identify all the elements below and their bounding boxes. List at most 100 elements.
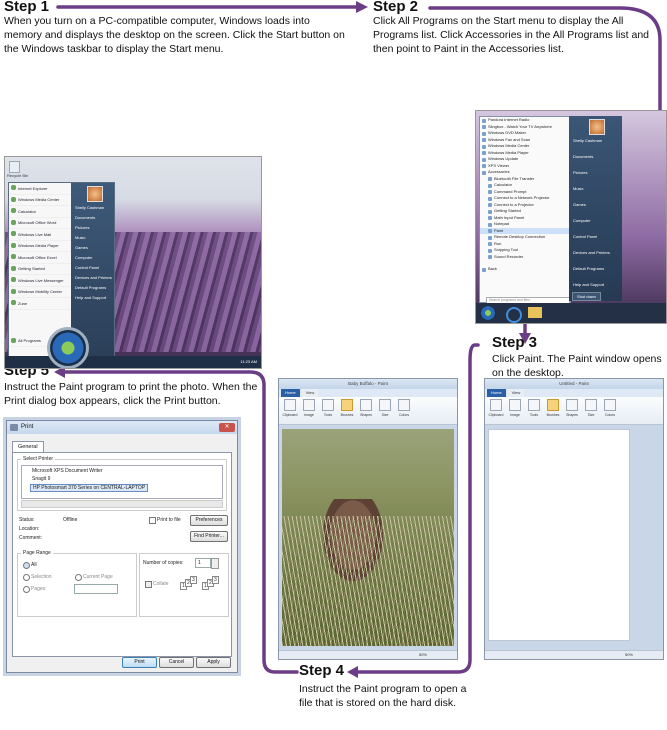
selection-radio[interactable] xyxy=(23,574,30,581)
tab-home[interactable]: Home xyxy=(281,389,300,397)
start-item[interactable]: Zune xyxy=(9,298,71,310)
copies-label: Number of copies: xyxy=(143,560,184,566)
start-right-item[interactable]: Help and Support xyxy=(71,295,114,305)
start-right-item[interactable]: Devices and Printers xyxy=(569,250,622,266)
size-button[interactable]: Size xyxy=(377,399,393,422)
pages-input[interactable] xyxy=(74,584,118,594)
printer-item-selected[interactable]: HP Photosmart 370 Series on CENTRAL-LAPT… xyxy=(30,484,149,492)
collate-pages-icon: 1 2 3 1 2 3 xyxy=(180,576,219,590)
all-programs-screenshot: Pandora Internet Radio Slingbox - Watch … xyxy=(475,110,667,324)
location-label: Location: xyxy=(19,526,40,532)
ribbon-label: Colors xyxy=(398,413,410,417)
preferences-button[interactable]: Preferences xyxy=(190,515,228,526)
image-button[interactable]: Image xyxy=(507,399,523,422)
copies-spinner[interactable] xyxy=(211,558,219,569)
brush-icon xyxy=(547,399,559,411)
start-item[interactable]: Getting Started xyxy=(9,264,71,275)
brushes-button[interactable]: Brushes xyxy=(339,399,355,422)
start-right-item[interactable]: Pictures xyxy=(569,170,622,186)
recycle-bin-icon[interactable] xyxy=(9,161,20,173)
start-item[interactable]: Windows Live Mail xyxy=(9,229,71,241)
paint-title-bar: Baby Buffalo - Paint xyxy=(279,379,457,389)
start-right-item[interactable]: Control Panel xyxy=(71,265,114,275)
tab-view[interactable]: View xyxy=(507,389,525,397)
shapes-button[interactable]: Shapes xyxy=(358,399,374,422)
user-picture-icon xyxy=(87,186,103,202)
colors-button[interactable]: Colors xyxy=(396,399,412,422)
apply-button[interactable]: Apply xyxy=(196,657,231,668)
image-button[interactable]: Image xyxy=(301,399,317,422)
step2-title: Step 2 xyxy=(373,0,419,15)
copies-input[interactable]: 1 xyxy=(195,558,211,568)
start-item[interactable]: Windows Media Player xyxy=(9,241,71,252)
tools-button[interactable]: Tools xyxy=(320,399,336,422)
tab-general[interactable]: General xyxy=(12,441,44,452)
start-item[interactable]: Microsoft Office Excel xyxy=(9,252,71,264)
ribbon-label: Brushes xyxy=(546,413,560,417)
pages-radio[interactable] xyxy=(23,586,30,593)
start-item[interactable]: Microsoft Office Word xyxy=(9,218,71,229)
ribbon-label: Colors xyxy=(604,413,616,417)
folder-icon[interactable] xyxy=(528,307,542,318)
cancel-button[interactable]: Cancel xyxy=(159,657,194,668)
start-button-icon[interactable] xyxy=(480,305,496,321)
start-button-icon[interactable] xyxy=(47,327,89,368)
print-button[interactable]: Print xyxy=(122,657,157,668)
tab-home[interactable]: Home xyxy=(487,389,506,397)
find-printer-button[interactable]: Find Printer... xyxy=(190,531,228,542)
brushes-button[interactable]: Brushes xyxy=(545,399,561,422)
collate-checkbox[interactable] xyxy=(145,581,152,588)
clipboard-button[interactable]: Clipboard xyxy=(282,399,298,422)
tab-view[interactable]: View xyxy=(301,389,319,397)
ribbon-label: Size xyxy=(587,413,595,417)
printer-list-scrollbar[interactable] xyxy=(21,500,223,508)
shapes-button[interactable]: Shapes xyxy=(564,399,580,422)
printer-item[interactable]: Snagit 9 xyxy=(32,476,50,482)
start-right-item[interactable]: Default Programs xyxy=(71,285,114,295)
start-item[interactable]: Internet Explorer xyxy=(9,183,71,195)
start-right-item[interactable]: Games xyxy=(569,202,622,218)
printer-item[interactable]: Microsoft XPS Document Writer xyxy=(32,468,102,474)
all-label: All xyxy=(31,562,37,568)
taskbar-clock: 11:23 AM xyxy=(240,359,257,364)
comment-label: Comment: xyxy=(19,535,43,541)
start-right-item[interactable]: Music xyxy=(569,186,622,202)
start-item[interactable]: Windows Mobility Center xyxy=(9,287,71,298)
internet-explorer-icon[interactable] xyxy=(506,307,522,323)
desktop-screenshot: Recycle Bin Internet Explorer Windows Me… xyxy=(4,156,262,369)
current-page-radio[interactable] xyxy=(75,574,82,581)
start-right-item[interactable]: Default Programs xyxy=(569,266,622,282)
accessory-item[interactable]: Sound Recorder xyxy=(480,254,570,261)
tools-button[interactable]: Tools xyxy=(526,399,542,422)
all-radio[interactable] xyxy=(23,562,30,569)
start-right-item[interactable]: Games xyxy=(71,245,114,255)
shutdown-button[interactable]: Shut down xyxy=(572,292,601,301)
start-right-item[interactable]: Shelly Cashman xyxy=(71,205,114,215)
start-right-item[interactable]: Control Panel xyxy=(569,234,622,250)
start-right-item[interactable]: Shelly Cashman xyxy=(569,138,622,154)
paint-window-photo: Baby Buffalo - Paint Home View Clipboard… xyxy=(278,378,458,660)
blank-canvas[interactable] xyxy=(488,429,630,641)
size-button[interactable]: Size xyxy=(583,399,599,422)
colors-button[interactable]: Colors xyxy=(602,399,618,422)
start-right-item[interactable]: Music xyxy=(71,235,114,245)
print-to-file-checkbox[interactable] xyxy=(149,517,156,524)
image-icon xyxy=(303,399,315,411)
start-item[interactable]: Windows Live Messenger xyxy=(9,275,71,287)
printer-list[interactable]: Microsoft XPS Document Writer Snagit 9 H… xyxy=(21,465,223,499)
paint-canvas[interactable] xyxy=(485,425,663,650)
collate-label: Collate xyxy=(153,581,169,587)
start-item[interactable]: Windows Media Center xyxy=(9,195,71,206)
back-item[interactable]: Back xyxy=(480,266,570,273)
close-icon[interactable]: ✕ xyxy=(219,423,235,432)
start-right-item[interactable]: Computer xyxy=(569,218,622,234)
start-right-item[interactable]: Documents xyxy=(569,154,622,170)
step2-text: Click All Programs on the Start menu to … xyxy=(373,15,650,55)
start-right-item[interactable]: Computer xyxy=(71,255,114,265)
paint-canvas[interactable] xyxy=(279,425,457,650)
start-right-item[interactable]: Pictures xyxy=(71,225,114,235)
start-right-item[interactable]: Devices and Printers xyxy=(71,275,114,285)
start-right-item[interactable]: Documents xyxy=(71,215,114,225)
start-item[interactable]: Calculator xyxy=(9,206,71,218)
clipboard-button[interactable]: Clipboard xyxy=(488,399,504,422)
